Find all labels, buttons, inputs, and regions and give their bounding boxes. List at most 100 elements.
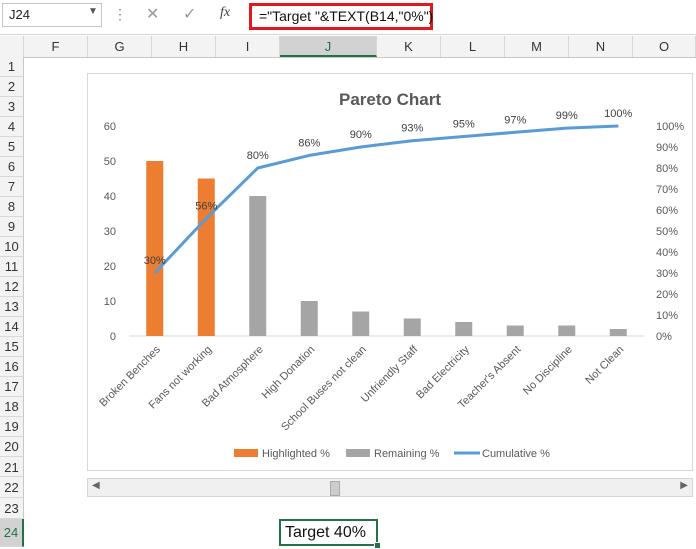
row-header-9[interactable]: 9: [0, 217, 24, 237]
cumulative-data-label: 95%: [453, 119, 475, 131]
x-axis-labels: Broken BenchesFans not workingBad Atmosp…: [97, 343, 626, 433]
row-header-15[interactable]: 15: [0, 337, 24, 357]
column-header-bar: F G H I J K L M N O: [0, 36, 696, 58]
cumulative-point: [566, 127, 568, 129]
legend-label: Cumulative %: [482, 448, 550, 460]
row-header-19[interactable]: 19: [0, 417, 24, 437]
cancel-icon[interactable]: ✕: [146, 4, 159, 24]
row-header-11[interactable]: 11: [0, 257, 24, 277]
row-header-5[interactable]: 5: [0, 137, 24, 157]
row-header-22[interactable]: 22: [0, 477, 24, 498]
legend-label: Highlighted %: [262, 448, 330, 460]
row-header-6[interactable]: 6: [0, 157, 24, 177]
row-header-3[interactable]: 3: [0, 97, 24, 117]
column-header-f[interactable]: F: [24, 36, 88, 57]
y-tick-label: 20: [104, 261, 116, 273]
row-header-14[interactable]: 14: [0, 317, 24, 337]
y-tick-label: 10: [104, 296, 116, 308]
row-header-2[interactable]: 2: [0, 77, 24, 97]
column-header-i[interactable]: I: [216, 36, 280, 57]
y2-tick-label: 40%: [656, 247, 678, 259]
cumulative-line-series: [153, 124, 619, 275]
y2-tick-label: 80%: [656, 163, 678, 175]
y-tick-label: 40: [104, 191, 116, 203]
bar-10: [609, 329, 627, 336]
column-header-m[interactable]: M: [505, 36, 569, 57]
x-tick-label: No Discipline: [521, 344, 575, 398]
cumulative-point: [514, 131, 516, 133]
cumulative-point: [463, 136, 465, 137]
cumulative-point: [308, 154, 310, 156]
cumulative-data-label: 30%: [144, 255, 166, 267]
cumulative-data-label: 86%: [298, 137, 320, 149]
cumulative-point: [617, 125, 619, 127]
row-header-4[interactable]: 4: [0, 117, 24, 137]
pareto-chart[interactable]: Pareto Chart 0 10 20 30 40 50 60 0% 10% 20% 30% 40…: [87, 73, 693, 471]
enter-icon[interactable]: ✓: [183, 4, 196, 24]
column-header-n[interactable]: N: [569, 36, 633, 57]
column-header-o[interactable]: O: [633, 36, 696, 57]
y2-tick-label: 30%: [656, 268, 678, 280]
y2-tick-label: 0%: [656, 331, 672, 343]
row-header-7[interactable]: 7: [0, 177, 24, 197]
y2-tick-label: 20%: [656, 289, 678, 301]
y2-tick-label: 100%: [656, 121, 684, 133]
active-cell-j24[interactable]: Target 40%: [279, 519, 378, 546]
y-tick-label: 50: [104, 156, 116, 168]
column-header-h[interactable]: H: [152, 36, 216, 57]
cumulative-data-label: 90%: [350, 129, 372, 141]
cumulative-data-label: 80%: [247, 150, 269, 162]
name-box[interactable]: J24: [2, 3, 102, 27]
chart-title: Pareto Chart: [339, 90, 441, 109]
y2-tick-label: 10%: [656, 310, 678, 322]
insert-function-icon[interactable]: fx: [220, 5, 230, 21]
row-header-21[interactable]: 21: [0, 457, 24, 477]
formula-bar: J24 ▼ ⋮ ✕ ✓ fx ="Target "&TEXT(B14,"0%"): [0, 0, 696, 35]
y2-tick-label: 90%: [656, 142, 678, 154]
cumulative-line: [153, 124, 619, 275]
cumulative-data-label: 99%: [556, 110, 578, 122]
chevron-down-icon[interactable]: ▼: [88, 6, 98, 17]
legend-swatch: [234, 449, 258, 457]
cumulative-data-labels: 30% 56% 80% 86% 90% 93% 95% 97% 99% 100%: [144, 108, 633, 267]
row-header-13[interactable]: 13: [0, 297, 24, 317]
row-header-12[interactable]: 12: [0, 277, 24, 297]
x-tick-label: High Donation: [260, 344, 318, 402]
cumulative-point: [154, 272, 156, 274]
row-header-10[interactable]: 10: [0, 237, 24, 257]
column-header-k[interactable]: K: [377, 36, 441, 57]
more-options-icon[interactable]: ⋮: [113, 6, 127, 23]
scroll-right-arrow-icon[interactable]: ▶: [680, 480, 688, 491]
chart-canvas: Pareto Chart 0 10 20 30 40 50 60 0% 10% 20% 30% 40…: [97, 90, 684, 460]
bar-1: [146, 161, 164, 336]
scroll-left-arrow-icon[interactable]: ◀: [92, 480, 100, 491]
chart-legend: Highlighted % Remaining % Cumulative %: [234, 448, 550, 460]
row-header-8[interactable]: 8: [0, 197, 24, 217]
cumulative-point: [257, 167, 259, 169]
horizontal-scrollbar[interactable]: ◀ ▶: [87, 478, 693, 497]
scroll-thumb[interactable]: [330, 481, 340, 496]
y2-tick-label: 50%: [656, 226, 678, 238]
column-header-l[interactable]: L: [441, 36, 505, 57]
formula-input[interactable]: ="Target "&TEXT(B14,"0%"): [249, 3, 433, 30]
column-header-g[interactable]: G: [88, 36, 152, 57]
row-header-18[interactable]: 18: [0, 397, 24, 417]
row-header-16[interactable]: 16: [0, 357, 24, 377]
select-all-corner[interactable]: [0, 36, 24, 57]
column-header-j[interactable]: J: [280, 36, 377, 57]
x-tick-label: Bad Electricity: [414, 343, 472, 401]
row-header-17[interactable]: 17: [0, 377, 24, 397]
bar-9: [558, 325, 576, 336]
legend-label: Remaining %: [374, 448, 440, 460]
fill-handle[interactable]: [374, 542, 381, 549]
bar-6: [403, 318, 421, 336]
bar-8: [506, 325, 524, 336]
row-header-23[interactable]: 23: [0, 498, 24, 519]
row-header-20[interactable]: 20: [0, 437, 24, 457]
row-header-1[interactable]: 1: [0, 57, 24, 77]
bar-7: [455, 322, 473, 336]
row-header-24[interactable]: 24: [0, 519, 24, 547]
cumulative-point: [360, 146, 362, 148]
y-tick-label: 30: [104, 226, 116, 238]
cumulative-data-label: 56%: [195, 200, 217, 212]
